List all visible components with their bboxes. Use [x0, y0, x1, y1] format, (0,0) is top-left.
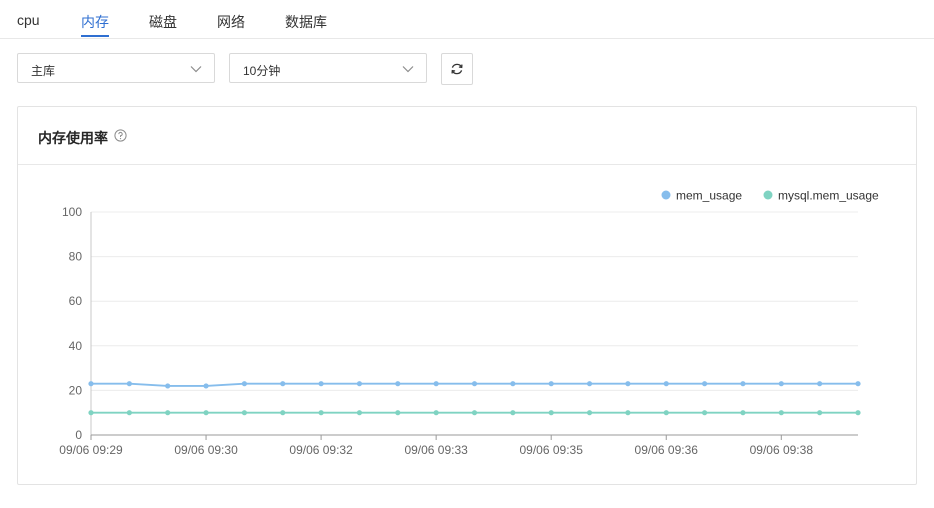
instance-select-value: 主库 [31, 64, 56, 78]
tab-bar: cpu 内存 磁盘 网络 数据库 [0, 0, 934, 39]
tab-disk[interactable]: 磁盘 [149, 12, 177, 32]
help-icon[interactable] [114, 129, 127, 142]
tab-network[interactable]: 网络 [217, 12, 245, 32]
tab-memory[interactable]: 内存 [81, 12, 109, 32]
memory-usage-card: 内存使用率 [17, 106, 917, 485]
active-tab-indicator [81, 35, 109, 37]
time-range-select-value: 10分钟 [243, 64, 281, 78]
chevron-down-icon [190, 66, 202, 73]
tab-database[interactable]: 数据库 [285, 12, 327, 32]
instance-select[interactable]: 主库 [17, 53, 215, 83]
tab-cpu[interactable]: cpu [17, 12, 40, 28]
refresh-icon [451, 63, 463, 75]
chevron-down-icon [402, 66, 414, 73]
time-range-select[interactable]: 10分钟 [229, 53, 427, 83]
refresh-button[interactable] [441, 53, 473, 85]
card-header: 内存使用率 [18, 107, 916, 165]
card-title: 内存使用率 [38, 130, 108, 146]
